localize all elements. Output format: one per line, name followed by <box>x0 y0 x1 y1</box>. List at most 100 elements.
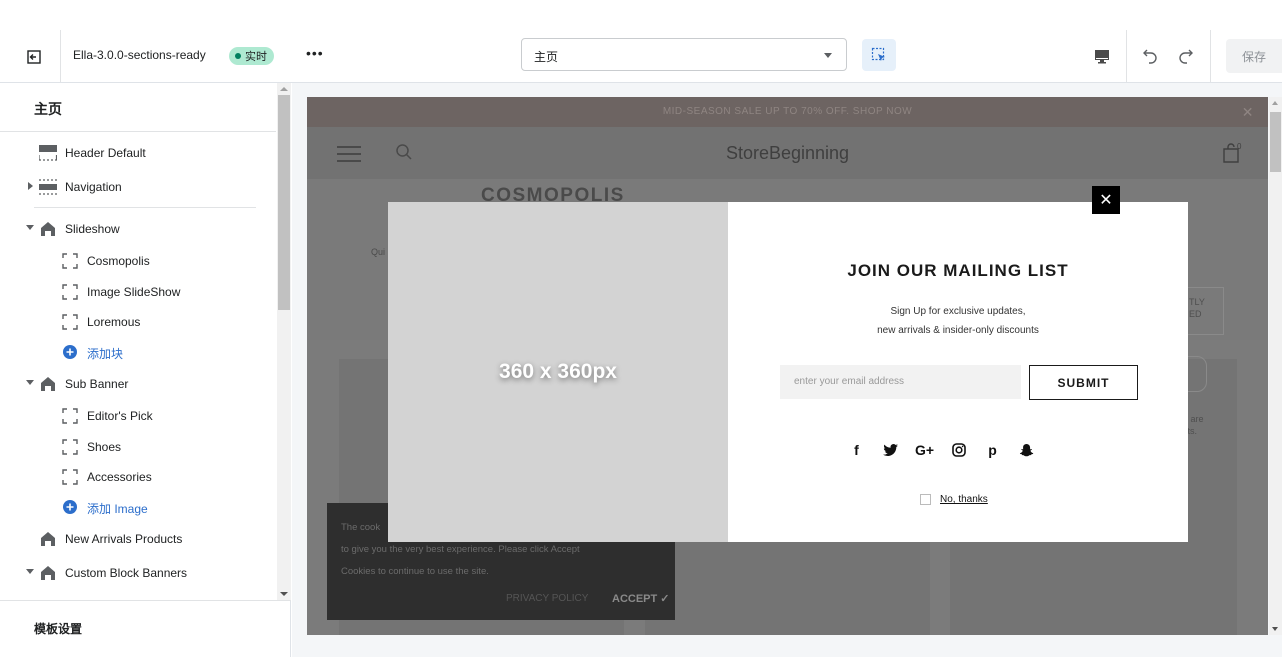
add-image-label: 添加 Image <box>87 502 148 516</box>
background-badge-text: TLY <box>1189 297 1205 307</box>
scroll-down-icon[interactable] <box>1272 627 1278 631</box>
storefront-frame: MID-SEASON SALE UP TO 70% OFF. SHOP NOW … <box>307 97 1268 635</box>
chevron-down-icon[interactable] <box>26 225 34 230</box>
no-thanks-checkbox[interactable] <box>920 494 931 505</box>
topbar-divider <box>60 30 61 82</box>
announcement-bar[interactable]: MID-SEASON SALE UP TO 70% OFF. SHOP NOW … <box>307 97 1268 127</box>
theme-editor: Ella-3.0.0-sections-ready 实时 ••• 主页 保存 主… <box>0 0 1282 657</box>
close-icon[interactable]: ✕ <box>1242 97 1254 127</box>
chevron-down-icon[interactable] <box>26 380 34 385</box>
block-icon <box>60 313 80 331</box>
sections-sidebar: 主页 Header Default Navigation Slideshow C… <box>0 83 291 657</box>
section-item-slideshow[interactable]: Slideshow <box>0 214 276 244</box>
submit-button[interactable]: SUBMIT <box>1029 365 1138 400</box>
facebook-icon[interactable]: f <box>848 442 865 459</box>
no-thanks-label[interactable]: No, thanks <box>940 494 988 505</box>
email-input[interactable]: enter your email address <box>780 365 1021 399</box>
redo-button[interactable] <box>1172 43 1198 69</box>
google-plus-icon[interactable]: G+ <box>915 442 934 459</box>
scroll-up-icon[interactable] <box>280 87 288 91</box>
block-item-editors-pick[interactable]: Editor's Pick <box>0 401 276 431</box>
inspector-toggle-button[interactable] <box>862 39 896 71</box>
live-status-label: 实时 <box>245 51 267 63</box>
block-item-cosmopolis[interactable]: Cosmopolis <box>0 246 276 276</box>
instagram-icon[interactable] <box>950 442 967 459</box>
sidebar-divider <box>34 207 256 208</box>
section-item-new-arrivals[interactable]: New Arrivals Products <box>0 524 276 554</box>
block-item-image-slideshow[interactable]: Image SlideShow <box>0 277 276 307</box>
snapchat-icon[interactable] <box>1018 442 1035 459</box>
theme-settings-label: 模板设置 <box>34 622 83 636</box>
editor-topbar: Ella-3.0.0-sections-ready 实时 ••• 主页 保存 <box>0 30 1282 83</box>
add-image-button[interactable]: 添加 Image <box>0 492 276 522</box>
section-item-header-default[interactable]: Header Default <box>0 138 276 168</box>
topbar-divider <box>1210 30 1211 82</box>
plus-circle-icon <box>60 343 80 361</box>
undo-button[interactable] <box>1138 43 1164 69</box>
block-label: Cosmopolis <box>87 254 150 268</box>
accept-cookies-button[interactable]: ACCEPT ✓ <box>612 592 670 605</box>
save-button[interactable]: 保存 <box>1226 39 1282 73</box>
twitter-icon[interactable] <box>882 442 899 459</box>
block-icon <box>60 438 80 456</box>
add-block-button[interactable]: 添加块 <box>0 337 276 367</box>
store-header: StoreBeginning 0 <box>307 127 1268 179</box>
popup-image-placeholder: 360 x 360px <box>388 202 728 542</box>
pinterest-icon[interactable]: p <box>984 442 1001 459</box>
no-thanks-option[interactable]: No, thanks <box>920 494 988 505</box>
scrollbar-thumb[interactable] <box>278 95 290 310</box>
theme-name: Ella-3.0.0-sections-ready <box>73 48 206 62</box>
live-dot-icon <box>235 53 241 59</box>
scroll-up-icon[interactable] <box>1272 101 1278 105</box>
desktop-view-button[interactable] <box>1090 45 1114 67</box>
section-label: Navigation <box>65 180 122 194</box>
block-label: Image SlideShow <box>87 285 181 299</box>
home-section-icon <box>38 220 58 238</box>
store-brand[interactable]: StoreBeginning <box>307 143 1268 164</box>
sidebar-title: 主页 <box>34 101 62 117</box>
header-section-icon <box>38 144 58 162</box>
navigation-section-icon <box>38 178 58 196</box>
desktop-icon <box>1095 50 1109 64</box>
exit-icon <box>27 50 41 64</box>
newsletter-popup: 360 x 360px JOIN OUR MAILING LIST Sign U… <box>388 202 1188 542</box>
cookie-text-line: Cookies to continue to use the site. <box>341 566 489 577</box>
theme-settings-button[interactable]: 模板设置 <box>0 600 291 657</box>
page-selector[interactable]: 主页 <box>521 38 847 71</box>
popup-title: JOIN OUR MAILING LIST <box>847 261 1069 280</box>
close-popup-button[interactable]: ✕ <box>1092 186 1120 214</box>
block-item-shoes[interactable]: Shoes <box>0 432 276 462</box>
popup-subtitle: Sign Up for exclusive updates, new arriv… <box>728 302 1188 340</box>
home-section-icon <box>38 530 58 548</box>
scroll-down-icon[interactable] <box>280 592 288 596</box>
cookie-text-line: to give you the very best experience. Pl… <box>341 544 580 555</box>
plus-circle-icon <box>60 498 80 516</box>
block-icon <box>60 407 80 425</box>
home-section-icon <box>38 375 58 393</box>
block-item-loremous[interactable]: Loremous <box>0 307 276 337</box>
block-label: Editor's Pick <box>87 409 153 423</box>
section-item-navigation[interactable]: Navigation <box>0 172 276 202</box>
chevron-down-icon[interactable] <box>26 569 34 574</box>
preview-scrollbar[interactable] <box>1269 97 1282 635</box>
chevron-right-icon[interactable] <box>28 182 33 190</box>
sidebar-scrollbar[interactable] <box>277 83 291 600</box>
store-preview: MID-SEASON SALE UP TO 70% OFF. SHOP NOW … <box>292 83 1282 657</box>
privacy-policy-link[interactable]: PRIVACY POLICY <box>506 593 588 604</box>
sidebar-header: 主页 <box>0 83 276 132</box>
home-section-icon <box>38 564 58 582</box>
more-actions-button[interactable]: ••• <box>306 45 324 61</box>
block-label: Shoes <box>87 440 122 454</box>
cart-icon[interactable]: 0 <box>1220 141 1244 170</box>
exit-editor-button[interactable] <box>20 45 48 69</box>
social-links: f G+ p <box>848 440 1035 460</box>
section-item-custom-block-banners[interactable]: Custom Block Banners <box>0 558 276 588</box>
scrollbar-thumb[interactable] <box>1270 112 1281 172</box>
live-status-badge: 实时 <box>229 47 274 65</box>
section-item-sub-banner[interactable]: Sub Banner <box>0 369 276 399</box>
redo-icon <box>1179 49 1193 64</box>
block-icon <box>60 252 80 270</box>
block-item-accessories[interactable]: Accessories <box>0 462 276 492</box>
page-selector-value: 主页 <box>534 50 559 64</box>
popup-subtitle-line: new arrivals & insider-only discounts <box>877 325 1039 336</box>
